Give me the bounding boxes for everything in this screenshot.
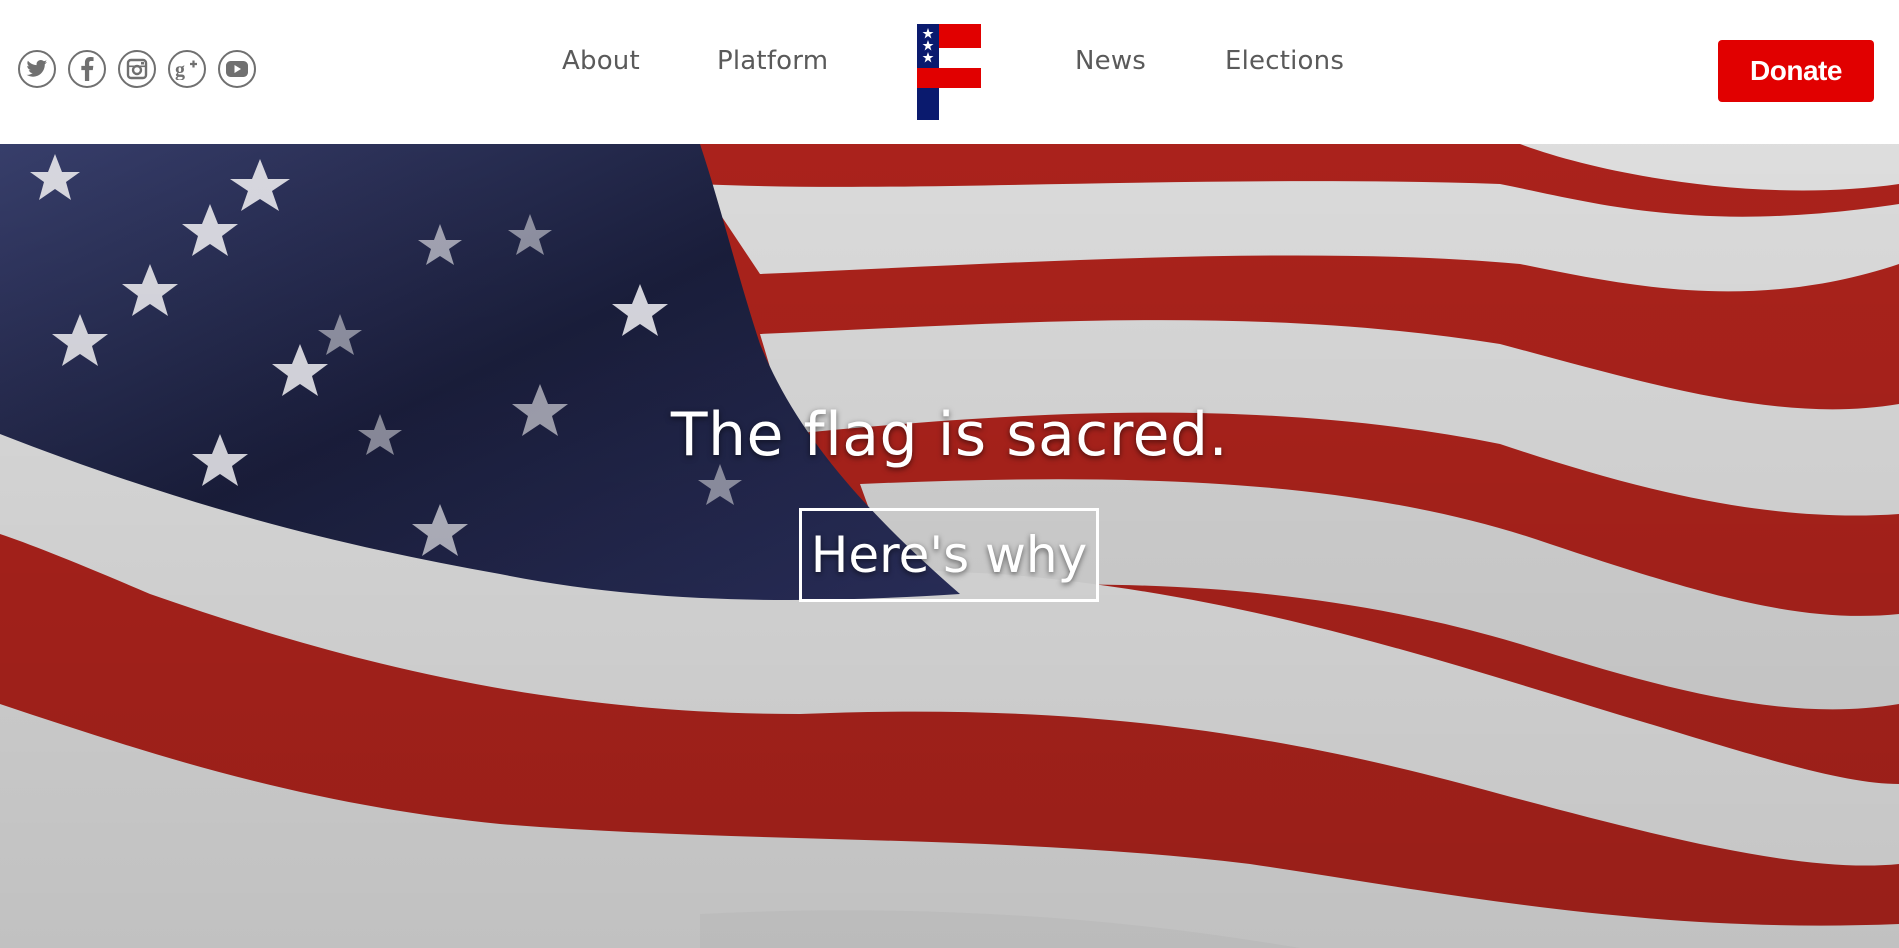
nav-about[interactable]: About [562,46,640,76]
heres-why-button[interactable]: Here's why [799,508,1099,602]
donate-button[interactable]: Donate [1718,40,1874,102]
hero-banner: The flag is sacred. Here's why [0,144,1899,948]
social-links: g [18,50,256,88]
site-header: g About Platform News Elections Donate [0,0,1899,144]
hero-headline: The flag is sacred. [670,400,1229,470]
facebook-icon[interactable] [68,50,106,88]
instagram-icon[interactable] [118,50,156,88]
nav-platform[interactable]: Platform [717,46,828,76]
flag-logo-icon[interactable] [917,24,981,120]
svg-text:g: g [175,59,185,80]
google-plus-icon[interactable]: g [168,50,206,88]
nav-news[interactable]: News [1075,46,1146,76]
nav-elections[interactable]: Elections [1225,46,1344,76]
twitter-icon[interactable] [18,50,56,88]
youtube-icon[interactable] [218,50,256,88]
